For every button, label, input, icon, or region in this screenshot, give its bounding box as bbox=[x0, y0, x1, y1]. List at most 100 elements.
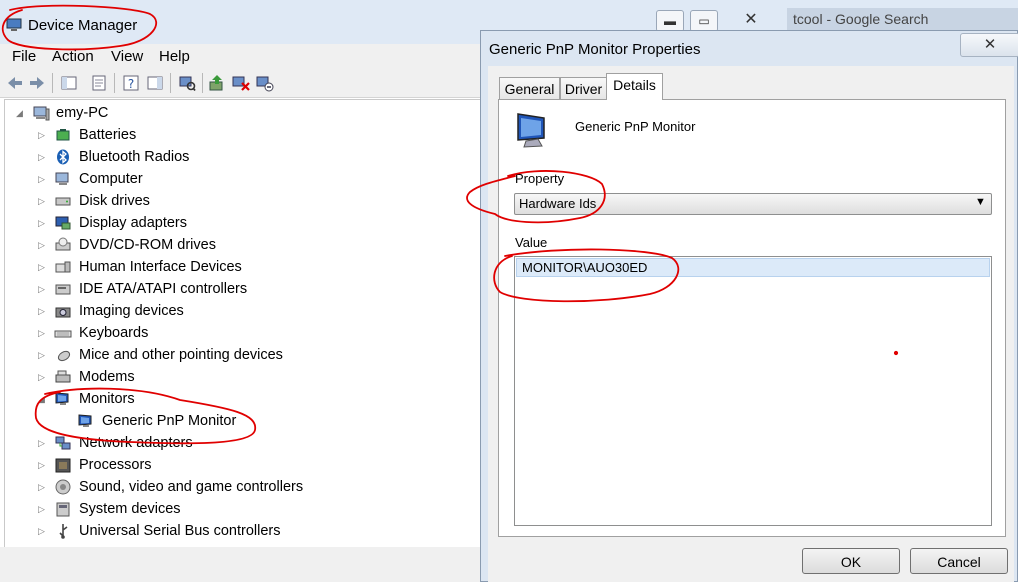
collapsed-arrow-icon[interactable]: ▷ bbox=[38, 212, 46, 234]
tree-category-label: System devices bbox=[79, 501, 181, 517]
tree-category-label: IDE ATA/ATAPI controllers bbox=[79, 281, 248, 297]
collapsed-arrow-icon[interactable]: ▷ bbox=[38, 322, 46, 344]
computer-icon bbox=[33, 106, 50, 121]
device-manager-app-icon bbox=[6, 18, 22, 31]
value-list[interactable] bbox=[514, 256, 992, 526]
value-label: Value bbox=[515, 235, 548, 250]
tree-category-label: Modems bbox=[79, 369, 135, 385]
collapsed-arrow-icon[interactable]: ▷ bbox=[38, 168, 46, 190]
collapsed-arrow-icon[interactable]: ▷ bbox=[38, 124, 46, 146]
disk-drive-icon bbox=[55, 197, 71, 206]
update-driver-icon[interactable] bbox=[208, 74, 226, 92]
collapsed-arrow-icon[interactable]: ▷ bbox=[38, 432, 46, 454]
back-arrow-icon[interactable] bbox=[6, 74, 24, 92]
tree-category-label: Bluetooth Radios bbox=[79, 149, 190, 165]
background-browser-tab[interactable]: tcool - Google Search bbox=[787, 8, 1018, 32]
tree-root-label: emy-PC bbox=[56, 105, 109, 121]
dialog-title: Generic PnP Monitor Properties bbox=[489, 41, 701, 58]
device-name: Generic PnP Monitor bbox=[575, 119, 696, 134]
dialog-close-button[interactable]: ✕ bbox=[960, 33, 1018, 57]
chevron-down-icon[interactable]: ▼ bbox=[975, 196, 986, 208]
collapsed-arrow-icon[interactable]: ▷ bbox=[38, 300, 46, 322]
disable-device-icon[interactable] bbox=[256, 74, 274, 92]
sound-icon bbox=[55, 479, 71, 495]
tree-item-label: Generic PnP Monitor bbox=[102, 413, 237, 429]
tree-category-label: Display adapters bbox=[79, 215, 187, 231]
tree-category-label: Human Interface Devices bbox=[79, 259, 242, 275]
show-hide-console-tree-icon[interactable] bbox=[60, 74, 78, 92]
svg-text:?: ? bbox=[128, 77, 134, 91]
ide-controller-icon bbox=[55, 284, 71, 295]
menu-action[interactable]: Action bbox=[52, 48, 94, 65]
expanded-arrow-icon[interactable]: ◢ bbox=[16, 102, 24, 124]
system-device-icon bbox=[56, 502, 70, 517]
tree-category-label: Batteries bbox=[79, 127, 137, 143]
computer-icon bbox=[55, 172, 69, 185]
toolbar-separator bbox=[202, 73, 203, 93]
tree-category-label: Keyboards bbox=[79, 325, 149, 341]
mouse-icon bbox=[57, 350, 71, 362]
tree-category-label: Disk drives bbox=[79, 193, 150, 209]
tree-category-label: DVD/CD-ROM drives bbox=[79, 237, 216, 253]
menu-file[interactable]: File bbox=[12, 48, 36, 65]
uninstall-device-icon[interactable] bbox=[232, 74, 250, 92]
collapsed-arrow-icon[interactable]: ▷ bbox=[38, 146, 46, 168]
tab-general[interactable]: General bbox=[499, 77, 560, 99]
collapsed-arrow-icon[interactable]: ▷ bbox=[38, 344, 46, 366]
tab-details[interactable]: Details bbox=[606, 73, 663, 100]
forward-arrow-icon[interactable] bbox=[28, 74, 46, 92]
battery-icon bbox=[56, 129, 70, 141]
dvd-drive-icon bbox=[55, 237, 71, 251]
processor-icon bbox=[55, 458, 71, 473]
toolbar-separator bbox=[170, 73, 171, 93]
ok-button[interactable]: OK bbox=[802, 548, 900, 574]
value-list-item-text: MONITOR\AUO30ED bbox=[522, 260, 648, 275]
camera-icon bbox=[55, 307, 71, 318]
collapsed-arrow-icon[interactable]: ▷ bbox=[38, 190, 46, 212]
menu-help[interactable]: Help bbox=[159, 48, 190, 65]
tree-category-label: Processors bbox=[79, 457, 152, 473]
properties-icon[interactable] bbox=[90, 74, 108, 92]
collapsed-arrow-icon[interactable]: ▷ bbox=[38, 234, 46, 256]
tree-category-label: Universal Serial Bus controllers bbox=[79, 523, 281, 539]
status-bar bbox=[0, 547, 485, 582]
scan-hardware-icon[interactable] bbox=[178, 74, 196, 92]
action-pane-icon[interactable] bbox=[146, 74, 164, 92]
collapsed-arrow-icon[interactable]: ▷ bbox=[38, 520, 46, 542]
tab-driver[interactable]: Driver bbox=[560, 77, 607, 99]
collapsed-arrow-icon[interactable]: ▷ bbox=[38, 454, 46, 476]
modem-icon bbox=[55, 370, 71, 383]
device-manager-title: Device Manager bbox=[28, 17, 138, 34]
collapsed-arrow-icon[interactable]: ▷ bbox=[38, 256, 46, 278]
tree-category-label: Imaging devices bbox=[79, 303, 184, 319]
display-adapter-icon bbox=[55, 216, 71, 230]
tree-category-label: Monitors bbox=[79, 391, 135, 407]
menu-view[interactable]: View bbox=[111, 48, 143, 65]
minimize-button[interactable]: ▬ bbox=[656, 10, 684, 32]
tree-category-label: Computer bbox=[79, 171, 143, 187]
tree-category-label: Sound, video and game controllers bbox=[79, 479, 304, 495]
keyboard-icon bbox=[54, 330, 72, 338]
collapsed-arrow-icon[interactable]: ▷ bbox=[38, 366, 46, 388]
tree-category-label: Network adapters bbox=[79, 435, 193, 451]
toolbar-separator bbox=[114, 73, 115, 93]
collapsed-arrow-icon[interactable]: ▷ bbox=[38, 278, 46, 300]
network-adapter-icon bbox=[55, 436, 71, 450]
monitor-icon bbox=[78, 414, 92, 427]
collapsed-arrow-icon[interactable]: ▷ bbox=[38, 498, 46, 520]
cancel-button[interactable]: Cancel bbox=[910, 548, 1008, 574]
property-select-value: Hardware Ids bbox=[519, 196, 597, 211]
property-label: Property bbox=[515, 171, 565, 186]
hid-icon bbox=[55, 261, 71, 273]
tree-category-label: Mice and other pointing devices bbox=[79, 347, 283, 363]
close-icon[interactable]: ✕ bbox=[738, 10, 764, 30]
toolbar-separator bbox=[52, 73, 53, 93]
monitor-icon bbox=[517, 113, 545, 148]
collapsed-arrow-icon[interactable]: ▷ bbox=[38, 476, 46, 498]
help-icon[interactable]: ? bbox=[122, 74, 140, 92]
monitor-icon bbox=[55, 392, 69, 405]
expanded-arrow-icon[interactable]: ◢ bbox=[38, 388, 46, 410]
maximize-button[interactable]: ▭ bbox=[690, 10, 718, 32]
bluetooth-icon bbox=[57, 149, 69, 165]
usb-icon bbox=[59, 524, 68, 539]
